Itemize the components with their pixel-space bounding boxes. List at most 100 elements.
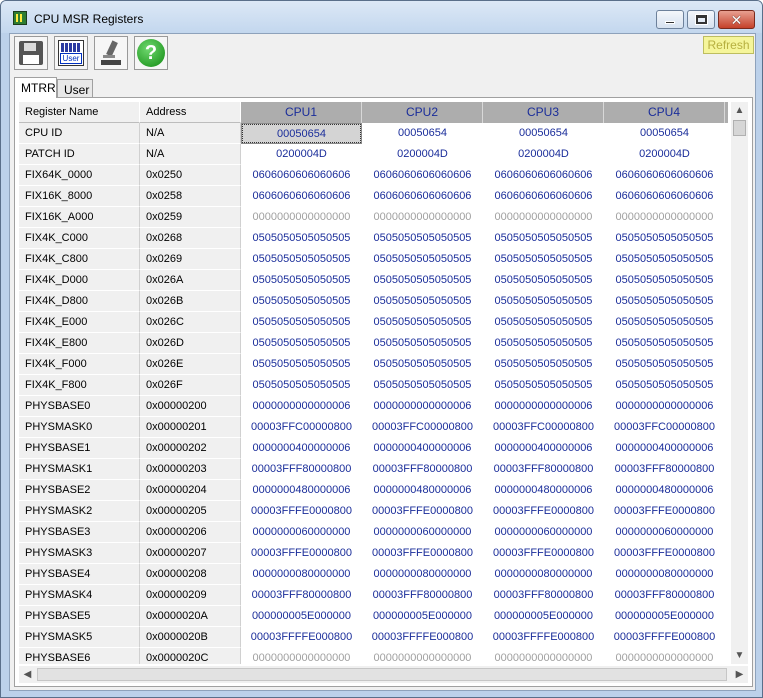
register-name-cell[interactable]: PHYSMASK1 bbox=[19, 459, 140, 480]
table-row[interactable]: FIX4K_C000 0x0268 0505050505050505 05050505… bbox=[19, 228, 729, 249]
cpu3-value-cell[interactable]: 00003FFF80000800 bbox=[483, 585, 604, 606]
cpu4-value-cell[interactable]: 00003FFFE0000800 bbox=[604, 543, 725, 564]
cpu3-value-cell[interactable]: 0000000480000006 bbox=[483, 480, 604, 501]
cpu2-value-cell[interactable]: 0000000080000000 bbox=[362, 564, 483, 585]
cpu4-value-cell[interactable]: 0000000400000006 bbox=[604, 438, 725, 459]
title-bar[interactable]: CPU MSR Registers ✕ bbox=[1, 1, 762, 33]
tab-mtrr[interactable]: MTRR bbox=[14, 77, 57, 98]
maximize-button[interactable] bbox=[687, 10, 715, 29]
address-cell[interactable]: 0x00000201 bbox=[140, 417, 241, 438]
cpu4-value-cell[interactable]: 00050654 bbox=[604, 123, 725, 144]
cpu1-value-cell[interactable]: 00003FFF80000800 bbox=[241, 585, 362, 606]
cpu1-value-cell[interactable]: 0505050505050505 bbox=[241, 312, 362, 333]
table-row[interactable]: PHYSMASK0 0x00000201 00003FFC00000800 00003… bbox=[19, 417, 729, 438]
cpu1-value-cell[interactable]: 0505050505050505 bbox=[241, 228, 362, 249]
register-name-cell[interactable]: FIX4K_C000 bbox=[19, 228, 140, 249]
cpu2-value-cell[interactable]: 00003FFF80000800 bbox=[362, 459, 483, 480]
cpu2-value-cell[interactable]: 0505050505050505 bbox=[362, 249, 483, 270]
cpu1-value-cell[interactable]: 0000000000000000 bbox=[241, 207, 362, 228]
cpu1-value-cell[interactable]: 0505050505050505 bbox=[241, 249, 362, 270]
save-button[interactable] bbox=[14, 36, 48, 70]
table-row[interactable]: PHYSMASK1 0x00000203 00003FFF80000800 00003… bbox=[19, 459, 729, 480]
cpu4-value-cell[interactable]: 00003FFFE0000800 bbox=[604, 501, 725, 522]
address-cell[interactable]: 0x0000020C bbox=[140, 648, 241, 664]
register-name-cell[interactable]: PHYSMASK3 bbox=[19, 543, 140, 564]
address-cell[interactable]: 0x0269 bbox=[140, 249, 241, 270]
register-name-cell[interactable]: PHYSMASK4 bbox=[19, 585, 140, 606]
register-name-cell[interactable]: FIX64K_0000 bbox=[19, 165, 140, 186]
cpu4-value-cell[interactable]: 0505050505050505 bbox=[604, 291, 725, 312]
register-name-cell[interactable]: FIX4K_E000 bbox=[19, 312, 140, 333]
cpu1-value-cell[interactable]: 0000000000000000 bbox=[241, 648, 362, 664]
cpu2-value-cell[interactable]: 0000000000000000 bbox=[362, 648, 483, 664]
register-name-cell[interactable]: PHYSBASE3 bbox=[19, 522, 140, 543]
minimize-button[interactable] bbox=[656, 10, 684, 29]
table-row[interactable]: PHYSBASE6 0x0000020C 0000000000000000 00000… bbox=[19, 648, 729, 664]
table-row[interactable]: FIX4K_F800 0x026F 0505050505050505 05050505… bbox=[19, 375, 729, 396]
cpu1-value-cell[interactable]: 0000000060000000 bbox=[241, 522, 362, 543]
column-header-address[interactable]: Address bbox=[140, 102, 241, 123]
register-name-cell[interactable]: PHYSBASE6 bbox=[19, 648, 140, 664]
vertical-scrollbar[interactable]: ▲ ▼ bbox=[731, 102, 748, 664]
address-cell[interactable]: 0x026C bbox=[140, 312, 241, 333]
cpu3-value-cell[interactable]: 0505050505050505 bbox=[483, 291, 604, 312]
register-name-cell[interactable]: PHYSBASE0 bbox=[19, 396, 140, 417]
column-header-register-name[interactable]: Register Name bbox=[19, 102, 140, 123]
cpu1-value-cell[interactable]: 000000005E000000 bbox=[241, 606, 362, 627]
cpu2-value-cell[interactable]: 00003FFFE0000800 bbox=[362, 543, 483, 564]
table-row[interactable]: FIX16K_8000 0x0258 0606060606060606 0606060… bbox=[19, 186, 729, 207]
cpu3-value-cell[interactable]: 0000000000000000 bbox=[483, 648, 604, 664]
cpu3-value-cell[interactable]: 0000000400000006 bbox=[483, 438, 604, 459]
refresh-button[interactable]: Refresh bbox=[703, 36, 754, 54]
cpu4-value-cell[interactable]: 00003FFC00000800 bbox=[604, 417, 725, 438]
table-row[interactable]: PHYSBASE0 0x00000200 0000000000000006 00000… bbox=[19, 396, 729, 417]
cpu2-value-cell[interactable]: 000000005E000000 bbox=[362, 606, 483, 627]
cpu2-value-cell[interactable]: 0505050505050505 bbox=[362, 333, 483, 354]
user-registers-button[interactable]: User bbox=[54, 36, 88, 70]
cpu1-value-cell[interactable]: 0505050505050505 bbox=[241, 291, 362, 312]
cpu3-value-cell[interactable]: 0000000080000000 bbox=[483, 564, 604, 585]
close-button[interactable]: ✕ bbox=[718, 10, 755, 29]
tab-user[interactable]: User bbox=[57, 79, 93, 97]
cpu2-value-cell[interactable]: 0000000480000006 bbox=[362, 480, 483, 501]
cpu3-value-cell[interactable]: 00003FFFE0000800 bbox=[483, 501, 604, 522]
table-row[interactable]: PHYSMASK5 0x0000020B 00003FFFFE000800 00003… bbox=[19, 627, 729, 648]
cpu2-value-cell[interactable]: 0505050505050505 bbox=[362, 228, 483, 249]
register-name-cell[interactable]: PHYSBASE1 bbox=[19, 438, 140, 459]
cpu2-value-cell[interactable]: 00050654 bbox=[362, 123, 483, 144]
register-name-cell[interactable]: PHYSBASE2 bbox=[19, 480, 140, 501]
cpu4-value-cell[interactable]: 0000000080000000 bbox=[604, 564, 725, 585]
register-name-cell[interactable]: PATCH ID bbox=[19, 144, 140, 165]
address-cell[interactable]: 0x0250 bbox=[140, 165, 241, 186]
register-name-cell[interactable]: FIX16K_8000 bbox=[19, 186, 140, 207]
cpu4-value-cell[interactable]: 0000000060000000 bbox=[604, 522, 725, 543]
table-row[interactable]: CPU ID N/A 00050654 00050654 00050654 0005065… bbox=[19, 123, 729, 144]
table-row[interactable]: PHYSMASK3 0x00000207 00003FFFE0000800 00003… bbox=[19, 543, 729, 564]
cpu1-value-cell[interactable]: 0000000480000006 bbox=[241, 480, 362, 501]
cpu4-value-cell[interactable]: 0505050505050505 bbox=[604, 354, 725, 375]
table-row[interactable]: FIX4K_E800 0x026D 0505050505050505 05050505… bbox=[19, 333, 729, 354]
cpu1-value-cell[interactable]: 00050654 bbox=[241, 123, 362, 144]
cpu3-value-cell[interactable]: 00003FFC00000800 bbox=[483, 417, 604, 438]
cpu1-value-cell[interactable]: 00003FFF80000800 bbox=[241, 459, 362, 480]
cpu3-value-cell[interactable]: 0200004D bbox=[483, 144, 604, 165]
address-cell[interactable]: 0x00000202 bbox=[140, 438, 241, 459]
address-cell[interactable]: 0x00000200 bbox=[140, 396, 241, 417]
cpu1-value-cell[interactable]: 00003FFC00000800 bbox=[241, 417, 362, 438]
cpu4-value-cell[interactable]: 00003FFFFE000800 bbox=[604, 627, 725, 648]
register-name-cell[interactable]: FIX4K_D000 bbox=[19, 270, 140, 291]
cpu1-value-cell[interactable]: 0505050505050505 bbox=[241, 354, 362, 375]
address-cell[interactable]: 0x00000203 bbox=[140, 459, 241, 480]
address-cell[interactable]: 0x0000020B bbox=[140, 627, 241, 648]
cpu2-value-cell[interactable]: 0505050505050505 bbox=[362, 270, 483, 291]
address-cell[interactable]: 0x0258 bbox=[140, 186, 241, 207]
column-header-cpu1[interactable]: CPU1 bbox=[241, 102, 362, 123]
table-row[interactable]: FIX4K_D800 0x026B 0505050505050505 05050505… bbox=[19, 291, 729, 312]
cpu2-value-cell[interactable]: 0505050505050505 bbox=[362, 354, 483, 375]
cpu1-value-cell[interactable]: 0200004D bbox=[241, 144, 362, 165]
cpu2-value-cell[interactable]: 0000000000000000 bbox=[362, 207, 483, 228]
cpu2-value-cell[interactable]: 00003FFF80000800 bbox=[362, 585, 483, 606]
address-cell[interactable]: N/A bbox=[140, 123, 241, 144]
scroll-down-arrow-icon[interactable]: ▼ bbox=[731, 647, 748, 664]
cpu4-value-cell[interactable]: 0505050505050505 bbox=[604, 312, 725, 333]
